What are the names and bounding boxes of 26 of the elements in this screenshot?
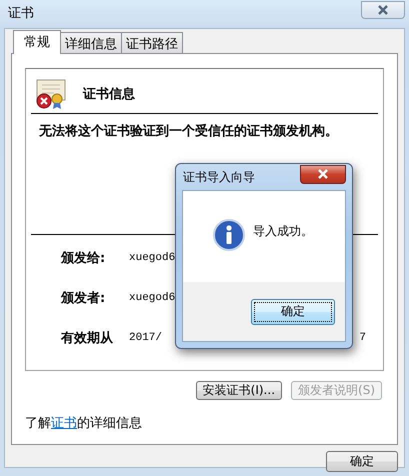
close-button[interactable] xyxy=(300,164,346,184)
learn-more-text: 了解证书的详细信息 xyxy=(25,416,142,431)
section-heading: 证书信息 xyxy=(83,86,135,103)
field-value: xuegod6 xyxy=(129,292,176,304)
close-icon xyxy=(317,169,329,179)
ok-button[interactable]: 确定 xyxy=(251,298,335,324)
tab[interactable]: 详细信息 xyxy=(60,32,122,53)
close-button[interactable] xyxy=(361,0,405,18)
field-value: xuegod6 xyxy=(129,252,176,264)
info-icon xyxy=(213,219,245,251)
certificate-error-icon xyxy=(35,79,67,109)
install-certificate-button[interactable]: 安装证书(I)... xyxy=(196,381,282,400)
warning-message: 无法将这个证书验证到一个受信任的证书颁发机构。 xyxy=(39,124,338,139)
field-value: 7 xyxy=(359,332,366,344)
field-label: 颁发给: xyxy=(61,250,106,267)
dialog-message: 导入成功。 xyxy=(253,223,313,240)
dialog-title: 证书导入向导 xyxy=(182,168,256,186)
field-value: 2017/ xyxy=(129,332,162,344)
tab[interactable]: 证书路径 xyxy=(121,32,183,53)
ok-button[interactable]: 确定 xyxy=(326,451,398,472)
window-title: 证书 xyxy=(8,4,35,22)
certificate-link[interactable]: 证书 xyxy=(51,416,77,431)
field-label: 有效期从 xyxy=(61,330,114,347)
tab[interactable]: 常规 xyxy=(13,30,61,54)
field-label: 颁发者: xyxy=(61,290,106,307)
close-icon xyxy=(377,4,389,14)
